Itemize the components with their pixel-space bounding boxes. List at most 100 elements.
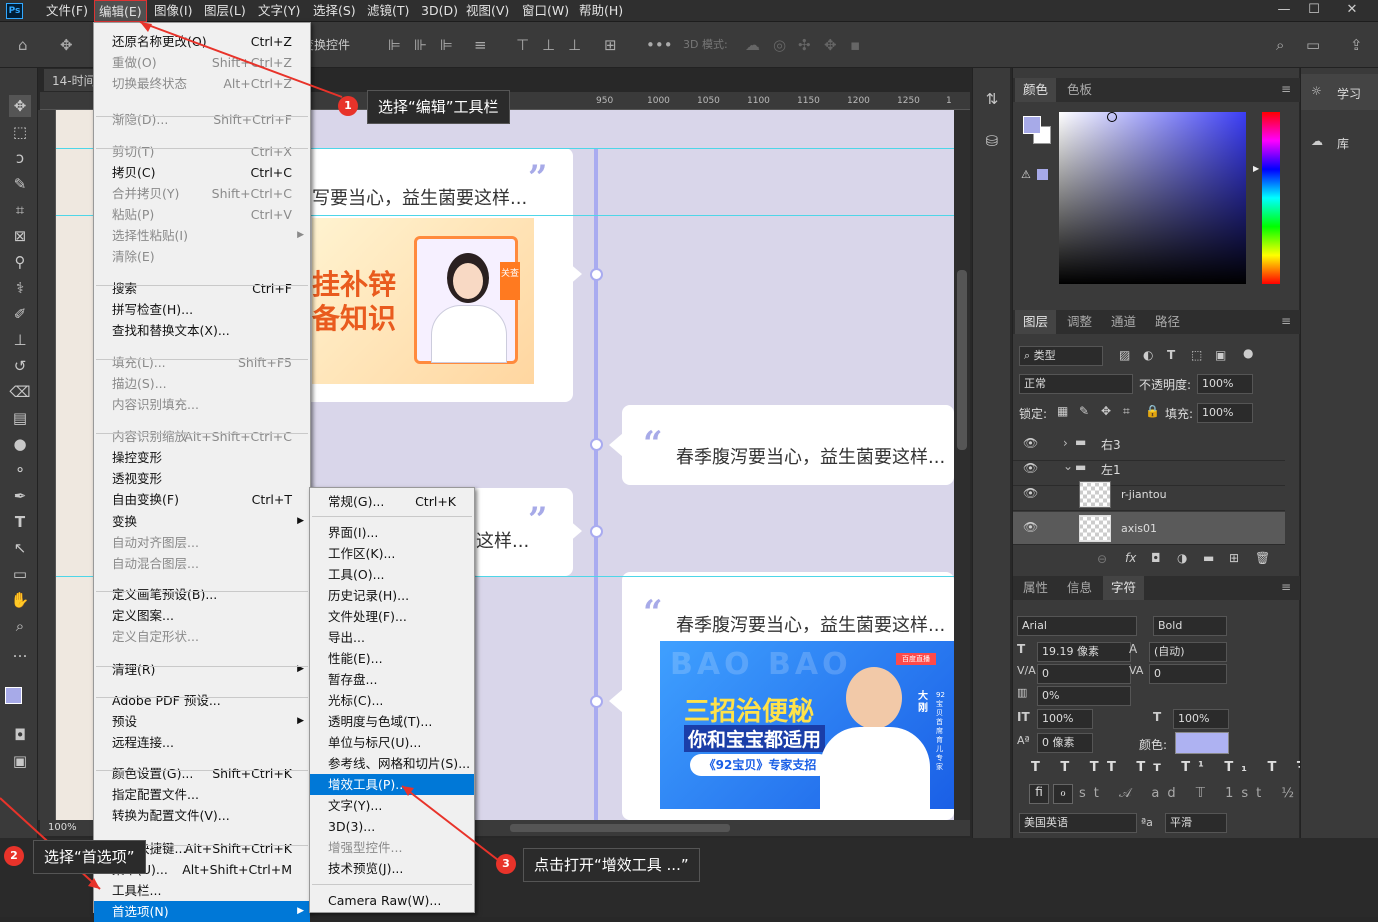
anti-alias-select[interactable]: 平滑 — [1165, 813, 1227, 833]
leading-field[interactable]: (自动) — [1149, 642, 1227, 662]
edit-menu-item[interactable]: 自由变换(F) Ctrl+T — [94, 489, 310, 510]
font-family-select[interactable]: Arial — [1017, 616, 1137, 636]
crop-tool-icon[interactable]: ⌗ — [9, 199, 31, 221]
edit-menu-item[interactable]: 转换为配置文件(V)... — [94, 805, 310, 826]
menu-type[interactable]: 文字(Y) — [254, 0, 304, 22]
healing-brush-tool-icon[interactable]: ⚕ — [9, 277, 31, 299]
tab-adjustments[interactable]: 调整 — [1059, 310, 1100, 334]
out-of-gamut-icon[interactable]: ⚠ — [1021, 168, 1031, 181]
link-layers-icon[interactable]: ⊖ — [1097, 552, 1107, 566]
expand-chevron-icon[interactable]: › — [1063, 436, 1068, 450]
tab-layers[interactable]: 图层 — [1015, 310, 1057, 334]
preferences-menu-item[interactable]: 工具(O)... — [310, 564, 474, 585]
edit-menu-item[interactable]: 内容识别填充... — [94, 394, 310, 415]
edit-menu-item[interactable]: 渐隐(D)... Shift+Ctrl+F — [94, 109, 310, 130]
path-select-tool-icon[interactable]: ↖ — [9, 537, 31, 559]
panel-menu-icon[interactable]: ≡ — [1281, 314, 1291, 328]
preferences-menu-item[interactable]: 性能(E)... — [310, 648, 474, 669]
new-group-icon[interactable]: ▬ — [1203, 551, 1214, 565]
menu-3d[interactable]: 3D(D) — [417, 0, 462, 22]
tab-swatches[interactable]: 色板 — [1059, 78, 1100, 102]
more-tools-icon[interactable]: … — [9, 641, 31, 663]
type-tool-icon[interactable]: T — [9, 511, 31, 533]
eyedropper-tool-icon[interactable]: ⚲ — [9, 251, 31, 273]
filter-adjustment-icon[interactable]: ◐ — [1143, 348, 1153, 362]
filter-pixel-icon[interactable]: ▨ — [1119, 348, 1130, 362]
color-field[interactable] — [1059, 112, 1246, 284]
blur-tool-icon[interactable]: ● — [9, 433, 31, 455]
quick-mask-icon[interactable]: ◘ — [9, 724, 31, 746]
blend-mode-select[interactable]: 正常 — [1019, 374, 1133, 394]
preferences-menu-item[interactable]: 导出... — [310, 627, 474, 648]
brush-tool-icon[interactable]: ✐ — [9, 303, 31, 325]
tab-info[interactable]: 信息 — [1059, 576, 1100, 600]
distribute-icon[interactable]: ≡ — [474, 36, 487, 54]
frame-tool-icon[interactable]: ⊠ — [9, 225, 31, 247]
discretionary-ligature-icon[interactable]: ℴ — [1053, 784, 1073, 804]
gamut-color-chip[interactable] — [1037, 169, 1048, 180]
layer-name[interactable]: 右3 — [1101, 436, 1121, 453]
layer-name[interactable]: 左1 — [1101, 461, 1121, 478]
layer-name[interactable]: r-jiantou — [1121, 488, 1167, 501]
foreground-color-swatch[interactable] — [5, 687, 22, 704]
lock-transparent-icon[interactable]: ▦ — [1057, 404, 1068, 418]
collapse-chevron-icon[interactable]: ⌄ — [1063, 459, 1073, 473]
distribute-v-icon[interactable]: ⊞ — [604, 36, 617, 54]
preferences-menu-item[interactable]: Camera Raw(W)... — [310, 890, 474, 911]
tab-paths[interactable]: 路径 — [1147, 310, 1188, 334]
edit-menu-item[interactable]: 自动对齐图层... — [94, 532, 310, 553]
menu-file[interactable]: 文件(F) — [42, 0, 92, 22]
color-picker-ring[interactable] — [1107, 112, 1117, 122]
library-button[interactable]: ☁ 库 — [1301, 124, 1378, 160]
edit-menu-item[interactable]: 重做(O) Shift+Ctrl+Z — [94, 52, 310, 73]
edit-menu-item[interactable]: 变换 ▶ — [94, 511, 310, 532]
horizontal-scale-field[interactable]: 100% — [1173, 709, 1229, 729]
edit-menu-item[interactable]: 查找和替换文本(X)... — [94, 320, 310, 341]
edit-menu-item[interactable]: 定义图案... — [94, 605, 310, 626]
home-icon[interactable]: ⌂ — [18, 36, 28, 54]
gradient-tool-icon[interactable]: ▤ — [9, 407, 31, 429]
move-tool-icon[interactable]: ✥ — [60, 36, 73, 54]
close-button[interactable]: ✕ — [1334, 0, 1370, 22]
marquee-tool-icon[interactable]: ⬚ — [9, 121, 31, 143]
filter-toggle-icon[interactable]: ● — [1243, 346, 1253, 360]
edit-menu-item[interactable]: 切换最终状态 Alt+Ctrl+Z — [94, 73, 310, 94]
tab-character[interactable]: 字符 — [1103, 576, 1145, 600]
layer-name[interactable]: axis01 — [1121, 522, 1157, 535]
zoom-tool-icon[interactable]: ⌕ — [9, 615, 31, 637]
edit-menu-item[interactable]: 合并拷贝(Y) Shift+Ctrl+C — [94, 183, 310, 204]
scroll-thumb[interactable] — [957, 270, 967, 450]
search-icon[interactable]: ⌕ — [1276, 36, 1284, 54]
kerning-field[interactable]: 0 — [1037, 664, 1131, 684]
filter-shape-icon[interactable]: ⬚ — [1191, 348, 1202, 362]
preferences-menu-item[interactable]: 历史记录(H)... — [310, 585, 474, 606]
edit-menu-item[interactable]: 预设 ▶ — [94, 711, 310, 732]
learn-button[interactable]: ☼ 学习 — [1301, 74, 1378, 110]
opentype-buttons[interactable]: st 𝒜 ad 𝕋 1st ½ — [1079, 786, 1302, 801]
move-tool-icon[interactable]: ✥ — [9, 95, 31, 117]
align-bottom-icon[interactable]: ⊥ — [568, 36, 581, 54]
edit-menu-item[interactable]: 拷贝(C) Ctrl+C — [94, 162, 310, 183]
rectangle-tool-icon[interactable]: ▭ — [9, 563, 31, 585]
history-panel-icon[interactable]: ⇅ — [981, 88, 1003, 110]
align-top-icon[interactable]: ⊤ — [516, 36, 529, 54]
align-right-icon[interactable]: ⊫ — [440, 36, 453, 54]
history-brush-tool-icon[interactable]: ↺ — [9, 355, 31, 377]
edit-menu-item[interactable]: 透视变形 — [94, 468, 310, 489]
text-color-swatch[interactable] — [1175, 732, 1229, 754]
edit-menu-item[interactable]: 指定配置文件... — [94, 784, 310, 805]
preferences-menu-item[interactable]: 光标(C)... — [310, 690, 474, 711]
edit-menu-item[interactable]: 首选项(N) ▶ — [94, 901, 310, 922]
properties-panel-icon[interactable]: ⛁ — [981, 130, 1003, 152]
edit-menu-item[interactable]: 选择性粘贴(I) ▶ — [94, 225, 310, 246]
more-icon[interactable]: ••• — [646, 36, 673, 54]
new-layer-icon[interactable]: ⊞ — [1229, 551, 1239, 565]
edit-menu-item[interactable]: 内容识别缩放 Alt+Shift+Ctrl+C — [94, 426, 310, 447]
pen-tool-icon[interactable]: ✒ — [9, 485, 31, 507]
zoom-level[interactable]: 100% — [48, 822, 77, 833]
preferences-menu-item[interactable]: 暂存盘... — [310, 669, 474, 690]
dodge-tool-icon[interactable]: ⚬ — [9, 459, 31, 481]
canvas-scrollbar-horizontal[interactable] — [510, 824, 730, 832]
edit-menu-item[interactable]: 颜色设置(G)... Shift+Ctrl+K — [94, 763, 310, 784]
preferences-menu-item[interactable]: 文件处理(F)... — [310, 606, 474, 627]
